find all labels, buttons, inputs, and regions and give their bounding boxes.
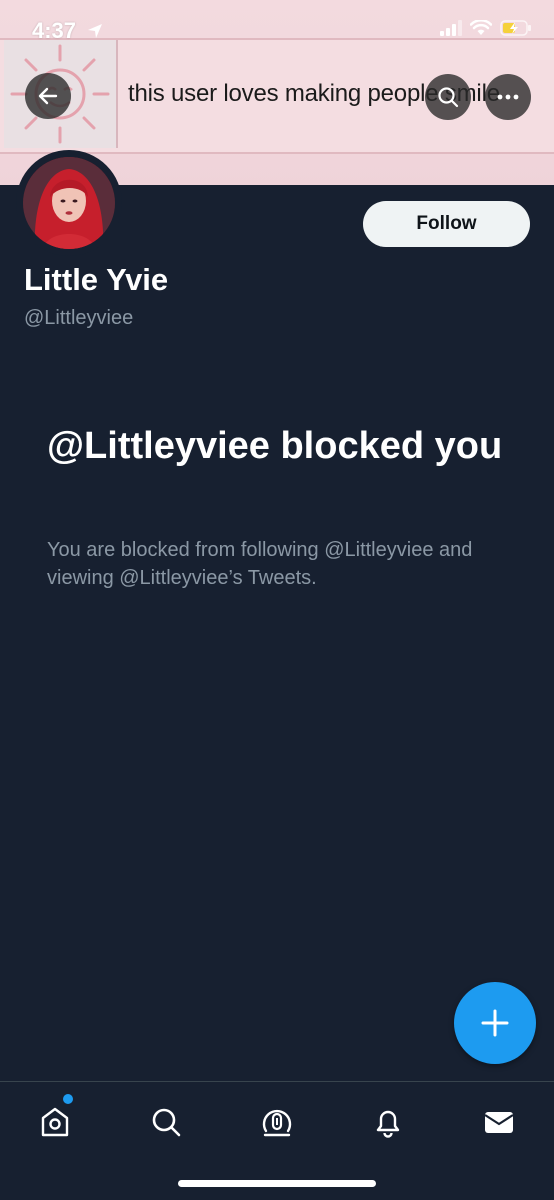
- search-icon: [438, 87, 459, 108]
- spaces-icon: [262, 1109, 292, 1137]
- search-profile-button[interactable]: [425, 74, 471, 120]
- more-options-button[interactable]: [485, 74, 531, 120]
- user-handle: @Littleyviee: [24, 307, 134, 329]
- back-button[interactable]: [25, 73, 71, 119]
- battery-charging-icon: [500, 20, 531, 36]
- status-time-text: 4:37: [32, 18, 77, 43]
- plus-icon: [481, 1009, 509, 1037]
- blocked-description: You are blocked from following @Littleyv…: [47, 539, 473, 589]
- blocked-title: @Littleyviee blocked you: [47, 425, 503, 467]
- home-unread-dot: [63, 1094, 73, 1104]
- home-icon: [41, 1107, 69, 1137]
- tab-explore[interactable]: [142, 1100, 190, 1144]
- tab-notifications[interactable]: [364, 1100, 412, 1144]
- wifi-icon: [470, 20, 492, 35]
- back-arrow-icon: [38, 87, 58, 105]
- status-time: 4:37: [32, 18, 104, 44]
- notifications-icon: [376, 1110, 400, 1138]
- tab-home[interactable]: [31, 1100, 79, 1144]
- home-indicator[interactable]: [178, 1180, 376, 1187]
- tab-messages[interactable]: [475, 1100, 523, 1144]
- avatar[interactable]: [16, 150, 122, 256]
- avatar-image: [23, 157, 115, 249]
- compose-tweet-button[interactable]: [454, 982, 536, 1064]
- profile-screen: this user loves making people smile 4:37: [0, 0, 554, 1200]
- cellular-signal-icon: [440, 20, 462, 36]
- tab-spaces[interactable]: [253, 1100, 301, 1144]
- follow-button[interactable]: Follow: [363, 201, 530, 247]
- more-horizontal-icon: [497, 94, 519, 100]
- status-icons: [440, 20, 532, 36]
- location-arrow-icon: [88, 24, 103, 38]
- messages-icon: [484, 1112, 514, 1133]
- search-icon: [152, 1108, 181, 1137]
- display-name: Little Yvie: [24, 262, 169, 297]
